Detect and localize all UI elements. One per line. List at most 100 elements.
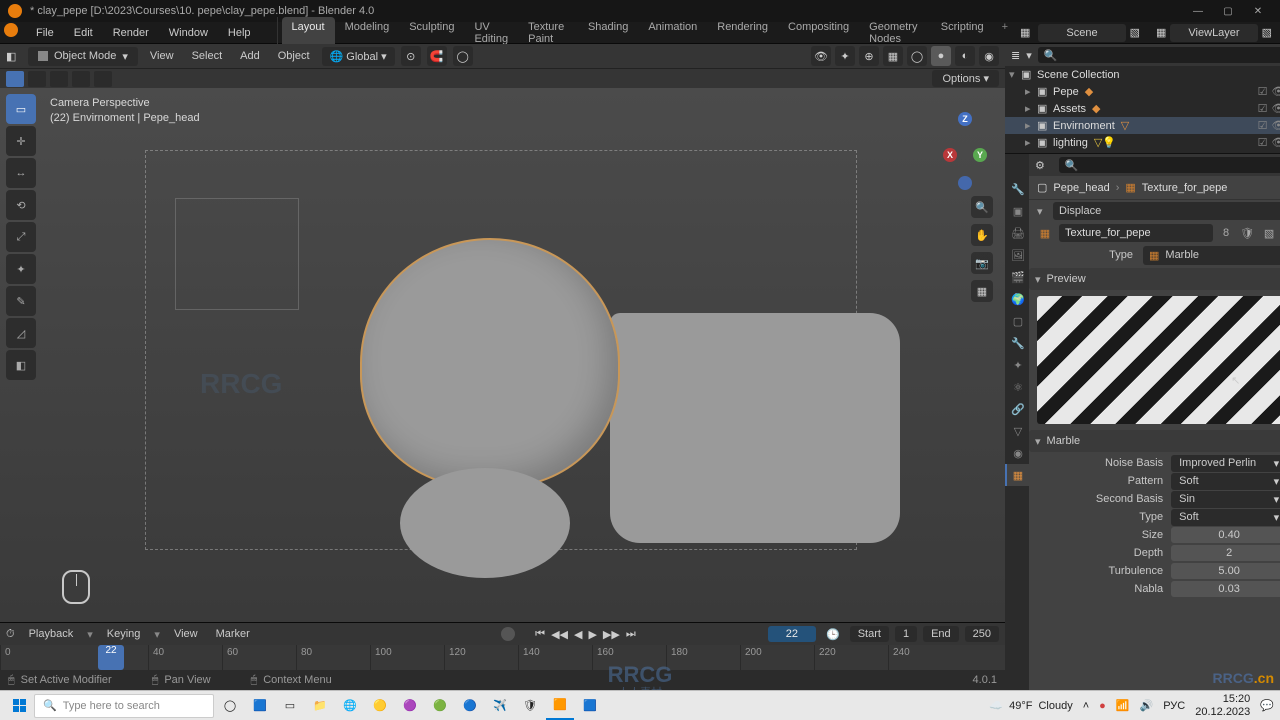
overlay-toggle-icon[interactable]: ⊕ xyxy=(859,46,879,66)
preview-section-header[interactable]: ▾ Preview ⠿ xyxy=(1029,268,1280,290)
mode-selector[interactable]: Object Mode ▾ xyxy=(28,47,138,66)
cursor-tool[interactable]: ✛ xyxy=(6,126,36,156)
transform-tool[interactable]: ✦ xyxy=(6,254,36,284)
timeline-editor-icon[interactable]: ⏱ xyxy=(6,628,15,641)
tray-wifi-icon[interactable]: 📶 xyxy=(1116,699,1130,712)
nabla-field[interactable]: 0.03 xyxy=(1171,581,1280,597)
tab-render-icon[interactable]: ▣ xyxy=(1005,200,1029,222)
texture-name-field[interactable] xyxy=(1059,224,1213,242)
annotate-tool[interactable]: ✎ xyxy=(6,286,36,316)
visibility-toggle-icon[interactable]: 👁 xyxy=(1271,102,1280,115)
new-texture-icon[interactable]: ▧ xyxy=(1261,225,1277,241)
tab-object-icon[interactable]: ▢ xyxy=(1005,310,1029,332)
timeline-track[interactable]: 0 40 60 80 100 120 140 160 180 200 220 2… xyxy=(0,645,1005,670)
display-mode-icon[interactable]: ▾ xyxy=(1026,49,1032,62)
select-box-tool[interactable]: ▭ xyxy=(6,94,36,124)
window-minimize-button[interactable]: — xyxy=(1184,2,1212,20)
end-frame-field[interactable]: 250 xyxy=(965,626,999,642)
editor-type-icon[interactable]: ◧ xyxy=(6,50,22,63)
xray-toggle-icon[interactable]: ▦ xyxy=(883,46,903,66)
tab-particles-icon[interactable]: ✦ xyxy=(1005,354,1029,376)
visibility-toggle-icon[interactable]: 👁 xyxy=(1271,85,1280,98)
scale-tool[interactable]: ⤢ xyxy=(6,222,36,252)
cortana-icon[interactable]: ◯ xyxy=(216,692,244,720)
taskbar-search-input[interactable]: 🔍 Type here to search xyxy=(34,694,214,718)
noise-basis-dropdown[interactable]: Improved Perlin▾ xyxy=(1171,455,1280,472)
depth-field[interactable]: 2 xyxy=(1171,545,1280,561)
outliner-search-input[interactable]: 🔍 xyxy=(1038,47,1280,63)
viewlayer-name-field[interactable]: ViewLayer xyxy=(1170,24,1257,42)
pattern-dropdown[interactable]: Soft▾ xyxy=(1171,473,1280,490)
menu-render[interactable]: Render xyxy=(103,23,159,43)
options-dropdown[interactable]: Options ▾ xyxy=(932,70,999,87)
timeline-menu-playback[interactable]: Playback xyxy=(25,626,78,642)
file-explorer-icon[interactable]: 📁 xyxy=(306,692,334,720)
modifier-selector[interactable]: ▾ Displace ▾ xyxy=(1037,200,1280,222)
menu-window[interactable]: Window xyxy=(159,23,218,43)
proportional-edit-icon[interactable]: ◯ xyxy=(453,46,473,66)
app-icon[interactable]: 🟣 xyxy=(396,692,424,720)
tab-physics-icon[interactable]: ⚛ xyxy=(1005,376,1029,398)
copilot-icon[interactable]: 🟦 xyxy=(246,692,274,720)
rotate-tool[interactable]: ⟲ xyxy=(6,190,36,220)
outliner-item-pepe[interactable]: ▸ ▣ Pepe ◆ ☑👁📷 xyxy=(1005,83,1280,100)
play-icon[interactable]: ▶ xyxy=(588,628,596,641)
turbulence-field[interactable]: 5.00 xyxy=(1171,563,1280,579)
marble-section-header[interactable]: ▾ Marble ⠿ xyxy=(1029,430,1280,452)
selection-mode-5-icon[interactable] xyxy=(94,71,112,87)
zoom-icon[interactable]: 🔍 xyxy=(971,196,993,218)
properties-search-input[interactable]: 🔍 xyxy=(1059,157,1280,173)
security-icon[interactable]: 🛡 xyxy=(516,692,544,720)
timeline-menu-keying[interactable]: Keying xyxy=(103,626,145,642)
edge-icon[interactable]: 🌐 xyxy=(336,692,364,720)
playhead[interactable]: 22 xyxy=(98,645,124,670)
app-icon[interactable]: 🔵 xyxy=(456,692,484,720)
tab-viewlayer-icon[interactable]: 🖼 xyxy=(1005,244,1029,266)
tray-volume-icon[interactable]: 🔊 xyxy=(1140,699,1154,712)
blender-taskbar-icon[interactable]: 🟧 xyxy=(546,692,574,720)
tray-notification-icon[interactable]: ● xyxy=(1099,700,1106,712)
outliner-item-assets[interactable]: ▸ ▣ Assets ◆ ☑👁📷 xyxy=(1005,100,1280,117)
start-frame-field[interactable]: 1 xyxy=(895,626,917,642)
gizmo-toggle-icon[interactable]: ✦ xyxy=(835,46,855,66)
second-basis-dropdown[interactable]: Sin▾ xyxy=(1171,491,1280,508)
axis-y-icon[interactable]: Y xyxy=(973,148,987,162)
texture-type-dropdown[interactable]: ▦ Marble xyxy=(1143,246,1280,265)
tab-output-icon[interactable]: 🖨 xyxy=(1005,222,1029,244)
viewport-menu-select[interactable]: Select xyxy=(186,47,229,65)
selection-mode-3-icon[interactable] xyxy=(50,71,68,87)
shading-solid-icon[interactable]: ● xyxy=(931,46,951,66)
play-reverse-icon[interactable]: ◀ xyxy=(574,628,582,641)
menu-file[interactable]: File xyxy=(26,23,64,43)
clock-icon[interactable]: 🕒 xyxy=(826,628,840,641)
overlay-visibility-icon[interactable]: 👁 xyxy=(811,46,831,66)
marble-type-dropdown[interactable]: Soft▾ xyxy=(1171,509,1280,526)
window-close-button[interactable]: ✕ xyxy=(1244,2,1272,20)
fake-user-icon[interactable]: 🛡 xyxy=(1239,225,1255,241)
properties-editor-icon[interactable]: ⚙ xyxy=(1035,159,1045,172)
chrome-icon[interactable]: 🟡 xyxy=(366,692,394,720)
task-view-icon[interactable]: ▭ xyxy=(276,692,304,720)
visibility-toggle-icon[interactable]: 👁 xyxy=(1271,119,1280,132)
tab-material-icon[interactable]: ◉ xyxy=(1005,442,1029,464)
tab-data-icon[interactable]: ▽ xyxy=(1005,420,1029,442)
weather-widget[interactable]: ☁️ 49°F Cloudy xyxy=(989,699,1072,712)
viewport-menu-view[interactable]: View xyxy=(144,47,180,65)
axis-neg-icon[interactable] xyxy=(958,176,972,190)
current-frame-field[interactable]: 22 xyxy=(768,626,816,642)
3d-viewport[interactable]: ▭ ✛ ↔ ⟲ ⤢ ✦ ✎ ◿ ◧ Camera Perspective (22… xyxy=(0,88,1005,622)
selection-mode-4-icon[interactable] xyxy=(72,71,90,87)
scene-browse-icon[interactable]: ▦ xyxy=(1016,24,1034,41)
app-icon[interactable]: 🟢 xyxy=(426,692,454,720)
keyframe-prev-icon[interactable]: ◀◀ xyxy=(551,628,568,641)
pan-hand-icon[interactable]: ✋ xyxy=(971,224,993,246)
tab-constraints-icon[interactable]: 🔗 xyxy=(1005,398,1029,420)
keyframe-next-icon[interactable]: ▶▶ xyxy=(603,628,620,641)
viewport-menu-object[interactable]: Object xyxy=(272,47,316,65)
measure-tool[interactable]: ◿ xyxy=(6,318,36,348)
transform-orientation[interactable]: 🌐 Global ▾ xyxy=(322,47,395,66)
scene-new-icon[interactable]: ▧ xyxy=(1130,26,1140,39)
breadcrumb-texture[interactable]: Texture_for_pepe xyxy=(1142,182,1228,194)
axis-x-icon[interactable]: X xyxy=(943,148,957,162)
jump-start-icon[interactable]: ⏮ xyxy=(535,628,545,641)
